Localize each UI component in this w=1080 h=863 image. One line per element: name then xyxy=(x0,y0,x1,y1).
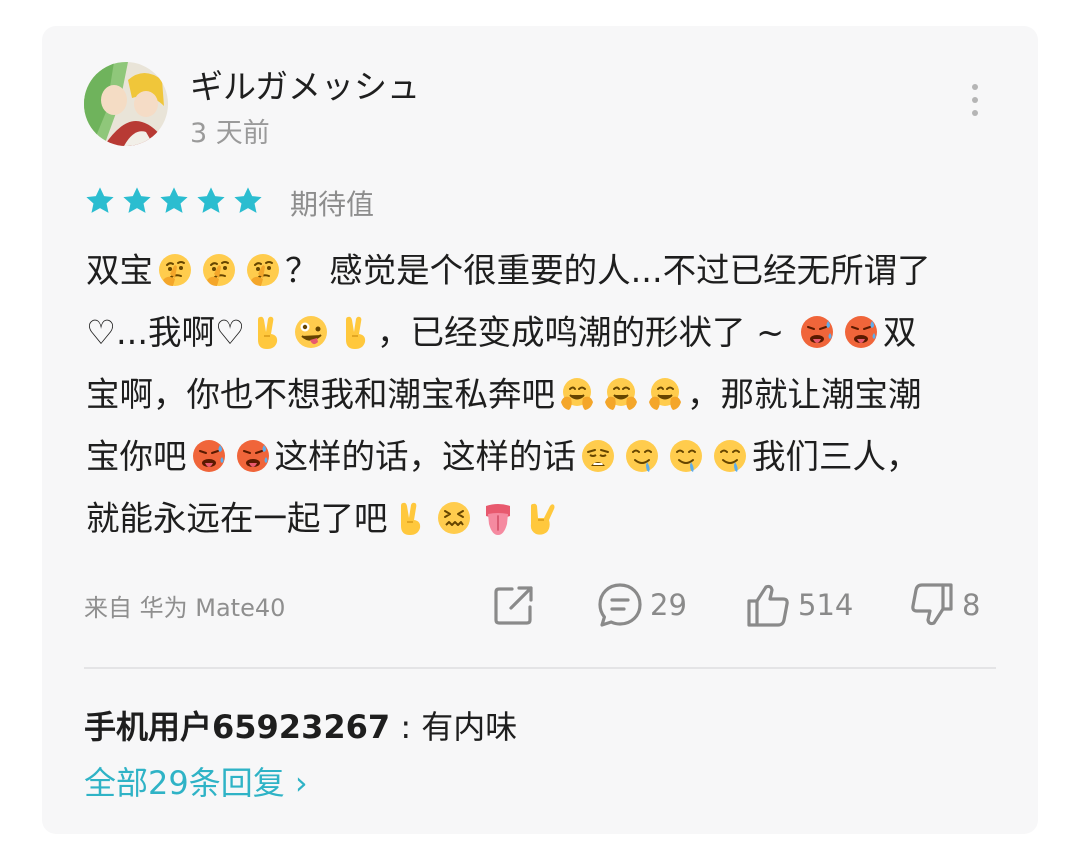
comment-text: 宝你吧 xyxy=(86,437,187,476)
reply-author[interactable]: 手机用户65923267 xyxy=(84,708,390,746)
star-icon xyxy=(234,187,262,213)
think-emoji-icon xyxy=(247,253,279,286)
victory-emoji-icon xyxy=(258,316,278,349)
comment-line: 宝你吧 这样的话，这样的话 我们三人， xyxy=(86,426,1001,488)
drool-emoji-icon xyxy=(670,439,702,472)
comment-text: 我们三人， xyxy=(752,437,920,476)
comment-line: 双宝 ？ 感觉是个很重要的人...不过已经无所谓了 xyxy=(86,240,1001,302)
comment-text: 双 xyxy=(882,313,917,352)
comment-text: 双宝 xyxy=(86,251,153,290)
comment-text: 这样的话，这样的话 xyxy=(274,437,577,476)
confounded-emoji-icon xyxy=(437,501,470,534)
comment-text: ，已经变成鸣潮的形状了 ~ xyxy=(377,313,795,352)
likes-count: 514 xyxy=(798,588,854,622)
comment-text: 宝啊，你也不想我和潮宝私奔吧 xyxy=(86,375,555,414)
hot-emoji-icon xyxy=(192,439,225,472)
victory-emoji-icon xyxy=(346,316,366,349)
hot-emoji-icon xyxy=(800,315,833,348)
dislike-button[interactable]: 8 xyxy=(908,580,980,630)
tongue-emoji-icon xyxy=(485,503,510,535)
view-all-replies-link[interactable]: 全部29条回复 › xyxy=(84,758,308,804)
thumbs-down-icon xyxy=(911,583,953,626)
rock-emoji-icon xyxy=(530,503,554,535)
comment-line: ♡...我啊♡ ，已经变成鸣潮的形状了 ~ 双 xyxy=(86,302,1001,364)
hot-emoji-icon xyxy=(844,315,877,348)
victory-emoji-icon xyxy=(400,502,420,535)
comments-count: 29 xyxy=(650,588,687,622)
more-options-icon[interactable] xyxy=(962,84,988,124)
think-emoji-icon xyxy=(203,253,235,286)
like-button[interactable]: 514 xyxy=(744,580,853,630)
comment-text: ？ 感觉是个很重要的人...不过已经无所谓了 xyxy=(285,251,931,290)
device-source: 来自 华为 Mate40 xyxy=(84,594,286,622)
star-icon xyxy=(123,187,151,213)
comment-line: 就能永远在一起了吧 xyxy=(86,488,1001,550)
comment-bubble-icon xyxy=(598,583,642,627)
drool-emoji-icon xyxy=(626,439,658,472)
user-avatar[interactable] xyxy=(84,62,168,146)
dislikes-count: 8 xyxy=(962,588,981,622)
star-icon xyxy=(86,187,114,213)
comment-text: 就能永远在一起了吧 xyxy=(86,499,388,538)
username[interactable]: ギルガメッシュ xyxy=(190,60,420,108)
hot-emoji-icon xyxy=(236,439,269,472)
comment-content: 双宝 ？ 感觉是个很重要的人...不过已经无所谓了 ♡...我啊♡ ，已经变成鸣潮的形… xyxy=(86,240,1001,550)
comment-button[interactable]: 29 xyxy=(596,580,687,630)
thumbs-up-icon xyxy=(747,584,789,627)
reply-separator: : xyxy=(390,708,422,746)
reply-text: 有内味 xyxy=(421,708,518,746)
share-button[interactable] xyxy=(490,580,538,630)
rating-stars xyxy=(84,185,264,219)
rating-label: 期待值 xyxy=(290,188,375,221)
hug-emoji-icon xyxy=(649,377,681,410)
drool-emoji-icon xyxy=(714,439,746,472)
zany-emoji-icon xyxy=(295,315,328,348)
weary-emoji-icon xyxy=(582,439,614,472)
timestamp: 3 天前 xyxy=(190,118,270,149)
share-icon xyxy=(494,586,533,625)
think-emoji-icon xyxy=(159,253,191,286)
comment-text: ，那就让潮宝潮 xyxy=(687,375,922,414)
star-icon xyxy=(160,187,188,213)
reply-preview[interactable]: 手机用户65923267 : 有内味 xyxy=(84,702,517,748)
star-icon xyxy=(197,187,225,213)
hug-emoji-icon xyxy=(605,377,637,410)
comment-line: 宝啊，你也不想我和潮宝私奔吧 ，那就让潮宝潮 xyxy=(86,364,1001,426)
divider xyxy=(84,667,996,669)
hug-emoji-icon xyxy=(561,377,593,410)
comment-text: ♡...我啊♡ xyxy=(86,313,246,352)
